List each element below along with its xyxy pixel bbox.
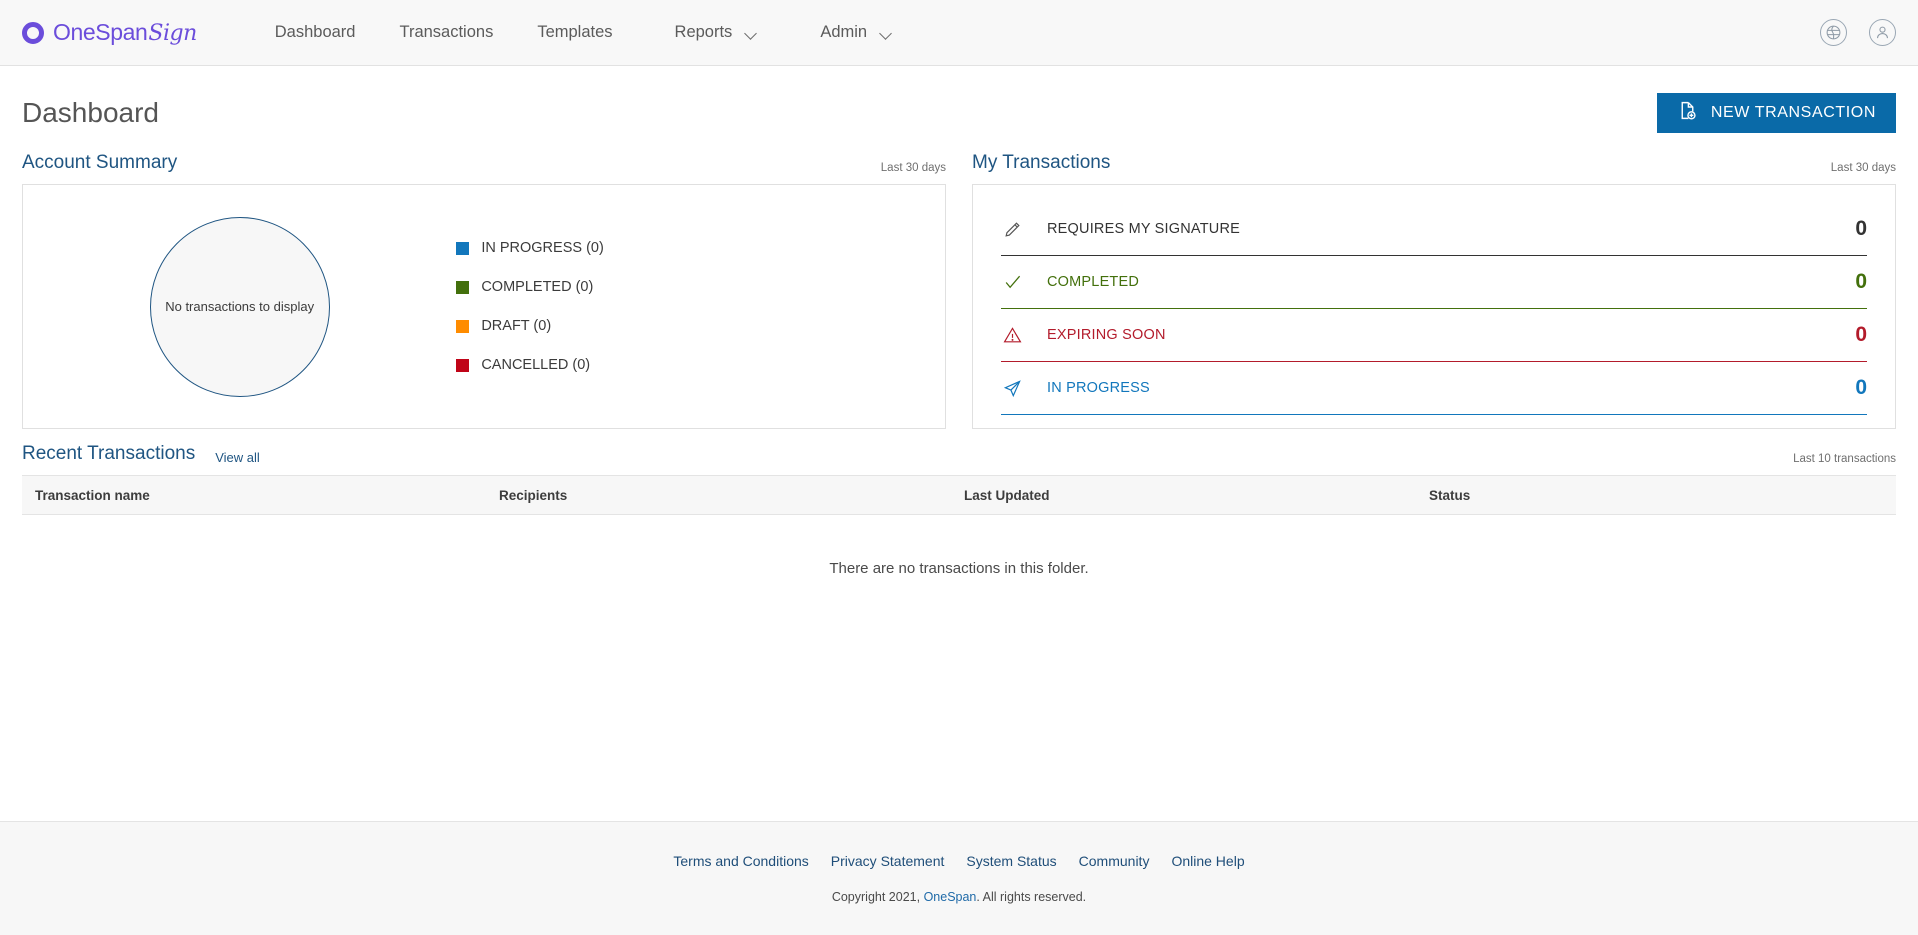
footer-link-privacy-statement[interactable]: Privacy Statement (831, 853, 945, 869)
recent-transactions-title: Recent Transactions (22, 443, 196, 464)
new-transaction-button[interactable]: NEW TRANSACTION (1656, 93, 1896, 133)
chevron-down-icon (880, 29, 893, 37)
legend-label-completed: COMPLETED (0) (481, 279, 594, 295)
user-account-icon[interactable] (1869, 19, 1896, 46)
my-transactions-row-in-progress[interactable]: IN PROGRESS 0 (1001, 362, 1867, 415)
footer-link-community[interactable]: Community (1079, 853, 1150, 869)
my-transactions-title: My Transactions (972, 152, 1111, 173)
nav-item-reports[interactable]: Reports (653, 0, 781, 65)
pencil-icon (1001, 220, 1023, 239)
copyright-text: Copyright 2021, OneSpan. All rights rese… (832, 890, 1086, 904)
legend-swatch-completed (456, 280, 470, 294)
logo-name: OneSpan (53, 19, 148, 45)
legend-swatch-draft (456, 319, 470, 333)
logo-text: OneSpan Sign (53, 19, 197, 46)
nav-label-templates: Templates (537, 23, 613, 41)
page-title: Dashboard (22, 97, 159, 128)
transactions-empty-message: There are no transactions in this folder… (829, 560, 1089, 577)
my-transactions-row-requires-signature[interactable]: REQUIRES MY SIGNATURE 0 (1001, 203, 1867, 256)
chart-legend: IN PROGRESS (0) COMPLETED (0) DRAFT (0) … (456, 240, 604, 373)
check-icon (1001, 273, 1023, 292)
recent-transactions-header: Recent Transactions View all Last 10 tra… (22, 429, 1896, 475)
nav-item-transactions[interactable]: Transactions (377, 0, 515, 65)
legend-swatch-cancelled (456, 358, 470, 372)
my-transactions-column: My Transactions Last 30 days REQUIRES MY… (972, 138, 1896, 429)
copyright-prefix: Copyright 2021, (831, 890, 924, 904)
main-nav: Dashboard Transactions Templates Reports… (253, 0, 915, 65)
count-in-progress: 0 (1855, 376, 1867, 399)
recent-transactions-count-note: Last 10 transactions (1793, 453, 1896, 465)
account-summary-title: Account Summary (22, 152, 178, 173)
footer-link-terms-and-conditions[interactable]: Terms and Conditions (673, 853, 808, 869)
legend-swatch-in-progress (456, 241, 470, 255)
donut-empty-label: No transactions to display (165, 299, 315, 314)
account-summary-column: Account Summary Last 30 days No transact… (22, 138, 946, 429)
copyright-suffix: . All rights reserved. (976, 890, 1087, 904)
transactions-table-header: Transaction name Recipients Last Updated… (22, 475, 1896, 515)
label-in-progress: IN PROGRESS (1047, 380, 1150, 396)
legend-label-cancelled: CANCELLED (0) (481, 357, 591, 373)
top-navigation-bar: OneSpan Sign Dashboard Transactions Templ… (0, 0, 1918, 66)
new-transaction-label: NEW TRANSACTION (1710, 104, 1876, 121)
recent-transactions-section: Recent Transactions View all Last 10 tra… (0, 429, 1918, 577)
legend-item-draft[interactable]: DRAFT (0) (456, 318, 603, 334)
my-transactions-range-note: Last 30 days (1830, 162, 1896, 174)
legend-item-in-progress[interactable]: IN PROGRESS (0) (456, 240, 604, 256)
nav-label-admin: Admin (820, 23, 868, 41)
globe-icon[interactable] (1820, 19, 1847, 46)
label-expiring-soon: EXPIRING SOON (1047, 327, 1166, 343)
onespan-sign-logo[interactable]: OneSpan Sign (22, 19, 197, 46)
dashboard-columns: Account Summary Last 30 days No transact… (0, 138, 1918, 429)
column-header-recipients[interactable]: Recipients (499, 488, 964, 503)
my-transactions-row-completed[interactable]: COMPLETED 0 (1001, 256, 1867, 309)
nav-item-admin[interactable]: Admin (798, 0, 915, 65)
legend-label-draft: DRAFT (0) (481, 318, 552, 334)
legend-item-completed[interactable]: COMPLETED (0) (456, 279, 603, 295)
legend-label-in-progress: IN PROGRESS (0) (481, 240, 604, 256)
my-transactions-card: REQUIRES MY SIGNATURE 0 COMPLETED 0 EXPI… (972, 184, 1896, 429)
copyright-brand-link[interactable]: OneSpan (924, 890, 977, 904)
donut-chart[interactable]: No transactions to display (149, 216, 330, 397)
count-completed: 0 (1855, 270, 1867, 293)
nav-label-transactions: Transactions (399, 23, 494, 41)
footer-link-online-help[interactable]: Online Help (1171, 853, 1244, 869)
paper-plane-icon (1001, 379, 1023, 398)
count-expiring-soon: 0 (1855, 323, 1867, 346)
nav-item-dashboard[interactable]: Dashboard (253, 0, 378, 65)
view-all-link[interactable]: View all (215, 450, 260, 465)
nav-label-dashboard: Dashboard (274, 23, 356, 41)
account-summary-range-note: Last 30 days (880, 162, 946, 174)
page-header: Dashboard NEW TRANSACTION (0, 66, 1918, 138)
my-transactions-row-expiring-soon[interactable]: EXPIRING SOON 0 (1001, 309, 1867, 362)
footer-links: Terms and Conditions Privacy Statement S… (673, 853, 1244, 869)
account-summary-card: No transactions to display IN PROGRESS (… (22, 184, 946, 429)
label-completed: COMPLETED (1047, 274, 1140, 290)
label-requires-my-signature: REQUIRES MY SIGNATURE (1047, 221, 1240, 237)
page-footer: Terms and Conditions Privacy Statement S… (0, 821, 1918, 935)
top-bar-actions (1820, 19, 1896, 46)
nav-label-reports: Reports (674, 23, 733, 41)
logo-script: Sign (148, 21, 197, 46)
nav-item-templates[interactable]: Templates (515, 0, 634, 65)
warning-icon (1001, 326, 1023, 345)
donut-chart-wrap: No transactions to display (23, 216, 456, 397)
chevron-down-icon (745, 29, 758, 37)
account-summary-header: Account Summary Last 30 days (22, 138, 946, 184)
column-header-last-updated[interactable]: Last Updated (964, 488, 1429, 503)
my-transactions-header: My Transactions Last 30 days (972, 138, 1896, 184)
footer-link-system-status[interactable]: System Status (966, 853, 1056, 869)
legend-item-cancelled[interactable]: CANCELLED (0) (456, 357, 603, 373)
count-requires-my-signature: 0 (1855, 217, 1867, 240)
onespan-ring-icon (22, 21, 44, 44)
column-header-status[interactable]: Status (1429, 488, 1896, 503)
column-header-transaction-name[interactable]: Transaction name (22, 488, 499, 503)
new-document-icon (1677, 100, 1698, 126)
